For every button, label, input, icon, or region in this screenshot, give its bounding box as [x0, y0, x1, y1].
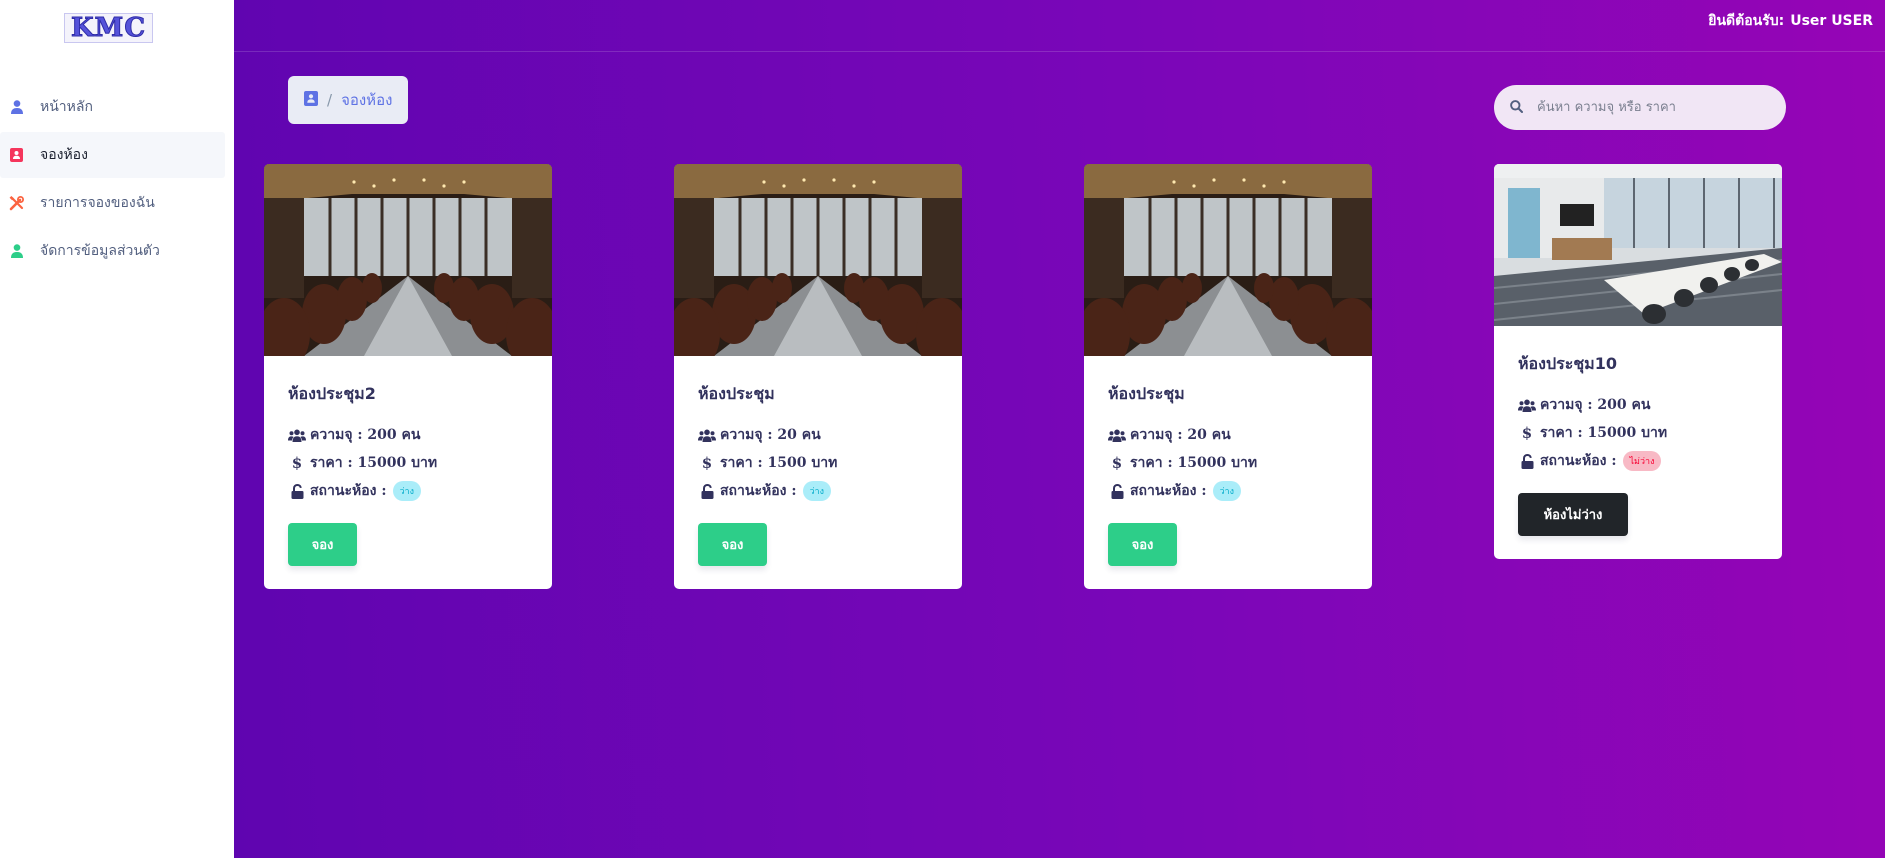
- room-capacity-text: ความจุ : 200 คน: [1540, 397, 1651, 413]
- sidebar-item-my-bookings[interactable]: รายการจองของฉัน: [0, 180, 225, 226]
- sidebar-item-label: หน้าหลัก: [40, 99, 93, 115]
- book-button[interactable]: จอง: [1108, 523, 1177, 566]
- breadcrumb-separator: /: [327, 91, 333, 109]
- room-price-text: ราคา : 15000 บาท: [310, 455, 438, 471]
- room-status-label: สถานะห้อง :: [720, 483, 797, 499]
- status-badge: ว่าง: [802, 481, 832, 501]
- user-icon: [8, 99, 25, 116]
- sidebar-item-label: รายการจองของฉัน: [40, 195, 155, 211]
- room-price: $ ราคา : 15000 บาท: [1518, 419, 1758, 447]
- main-content: ยินดีต้อนรับ:User USER / จองห้อง ห้องประ: [234, 0, 1885, 858]
- room-price-text: ราคา : 1500 บาท: [720, 455, 838, 471]
- contact-book-icon[interactable]: [304, 90, 318, 110]
- room-price-text: ราคา : 15000 บาท: [1540, 425, 1668, 441]
- room-photo: [1084, 164, 1372, 356]
- room-card: ห้องประชุม2 ความจุ : 200 คน $ ราคา : 150…: [264, 164, 552, 589]
- room-card: ห้องประชุม ความจุ : 20 คน $ ราคา : 15000…: [1084, 164, 1372, 589]
- welcome-text: ยินดีต้อนรับ: User USER: [1708, 10, 1873, 32]
- dollar-icon: $: [1521, 424, 1533, 442]
- room-price-text: ราคา : 15000 บาท: [1130, 455, 1258, 471]
- search-icon: [1510, 98, 1523, 117]
- users-icon: [698, 429, 716, 442]
- room-name: ห้องประชุม2: [288, 384, 376, 403]
- room-capacity-text: ความจุ : 200 คน: [310, 427, 421, 443]
- contact-book-icon: [8, 147, 25, 164]
- status-badge: ไม่ว่าง: [1622, 451, 1662, 471]
- sidebar-item-home[interactable]: หน้าหลัก: [0, 84, 225, 130]
- sidebar-item-profile[interactable]: จัดการข้อมูลส่วนตัว: [0, 228, 225, 274]
- room-price: $ ราคา : 15000 บาท: [288, 449, 528, 477]
- status-badge: ว่าง: [1212, 481, 1242, 501]
- room-photo: [264, 164, 552, 356]
- room-capacity-text: ความจุ : 20 คน: [720, 427, 821, 443]
- room-photo: [1494, 164, 1782, 326]
- breadcrumb: / จองห้อง: [288, 76, 409, 124]
- room-status: สถานะห้อง : ว่าง: [1108, 477, 1348, 505]
- room-status: สถานะห้อง : ว่าง: [698, 477, 938, 505]
- room-unavailable-button[interactable]: ห้องไม่ว่าง: [1518, 493, 1628, 536]
- user-name[interactable]: User USER: [1790, 13, 1873, 29]
- room-status-label: สถานะห้อง :: [1540, 453, 1617, 469]
- users-icon: [288, 429, 306, 442]
- unlock-icon: [288, 483, 306, 499]
- dollar-icon: $: [1111, 454, 1123, 472]
- book-button[interactable]: จอง: [288, 523, 357, 566]
- room-capacity: ความจุ : 20 คน: [698, 421, 938, 449]
- sidebar-item-booking[interactable]: จองห้อง: [0, 132, 225, 178]
- unlock-icon: [1518, 453, 1536, 469]
- status-badge: ว่าง: [392, 481, 422, 501]
- room-capacity-text: ความจุ : 20 คน: [1130, 427, 1231, 443]
- users-icon: [1518, 399, 1536, 412]
- room-status: สถานะห้อง : ไม่ว่าง: [1518, 447, 1758, 475]
- room-card: ห้องประชุม ความจุ : 20 คน $ ราคา : 1500 …: [674, 164, 962, 589]
- users-icon: [1108, 429, 1126, 442]
- unlock-icon: [698, 483, 716, 499]
- top-navbar: ยินดีต้อนรับ: User USER: [234, 0, 1885, 52]
- dollar-icon: $: [291, 454, 303, 472]
- breadcrumb-current[interactable]: จองห้อง: [341, 88, 392, 112]
- sidebar: KMC หน้าหลัก จองห้อง รายการจองของฉัน จัด…: [0, 0, 234, 858]
- room-status: สถานะห้อง : ว่าง: [288, 477, 528, 505]
- sidebar-item-label: จองห้อง: [40, 147, 88, 163]
- room-price: $ ราคา : 15000 บาท: [1108, 449, 1348, 477]
- user-icon: [8, 243, 25, 260]
- logo-text: KMC: [70, 13, 147, 43]
- room-status-label: สถานะห้อง :: [1130, 483, 1207, 499]
- room-price: $ ราคา : 1500 บาท: [698, 449, 938, 477]
- welcome-label: ยินดีต้อนรับ:: [1708, 13, 1785, 29]
- tools-icon: [8, 195, 25, 212]
- sidebar-item-label: จัดการข้อมูลส่วนตัว: [40, 243, 160, 259]
- dollar-icon: $: [701, 454, 713, 472]
- room-capacity: ความจุ : 200 คน: [288, 421, 528, 449]
- room-photo: [674, 164, 962, 356]
- logo[interactable]: KMC: [64, 13, 153, 43]
- room-card: ห้องประชุม10 ความจุ : 200 คน $ ราคา : 15…: [1494, 164, 1782, 559]
- sidebar-nav: หน้าหลัก จองห้อง รายการจองของฉัน จัดการข…: [0, 84, 225, 276]
- room-name: ห้องประชุม: [1108, 384, 1185, 403]
- room-status-label: สถานะห้อง :: [310, 483, 387, 499]
- search-bar: [1494, 85, 1786, 130]
- unlock-icon: [1108, 483, 1126, 499]
- room-name: ห้องประชุม: [698, 384, 775, 403]
- room-capacity: ความจุ : 200 คน: [1518, 391, 1758, 419]
- book-button[interactable]: จอง: [698, 523, 767, 566]
- room-name: ห้องประชุม10: [1518, 354, 1617, 373]
- room-capacity: ความจุ : 20 คน: [1108, 421, 1348, 449]
- search-input[interactable]: [1537, 92, 1767, 123]
